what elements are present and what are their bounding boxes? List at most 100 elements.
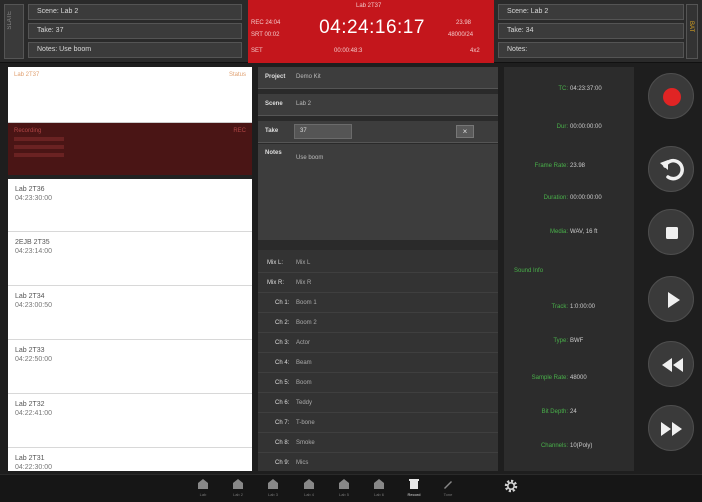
track-row[interactable]: Ch 7: T-bone bbox=[258, 413, 498, 433]
tab-label: Record bbox=[407, 492, 421, 497]
timecode-start-time: SRT 00:02 bbox=[251, 32, 280, 38]
track-value: Beam bbox=[296, 360, 312, 366]
take-list-item[interactable]: Lab 2T36 04:23:30:00 bbox=[8, 179, 252, 232]
info-key: Track: bbox=[551, 304, 568, 310]
fast-forward-button[interactable] bbox=[648, 405, 694, 451]
current-scene-field[interactable]: Scene: Lab 2 bbox=[28, 4, 242, 20]
take-list[interactable]: Lab 2T37 Status Recording REC Lab 2T36 0… bbox=[8, 67, 252, 471]
track-row[interactable]: Ch 9: Mics bbox=[258, 453, 498, 473]
stop-button[interactable] bbox=[648, 209, 694, 255]
take-timecode: 04:22:41:00 bbox=[15, 410, 52, 417]
scene-value: Lab 2 bbox=[296, 101, 312, 107]
track-names-list: Mix L: Mix L Mix R: Mix R Ch 1: Boom 1 Ch 2… bbox=[258, 250, 498, 471]
record-button[interactable] bbox=[648, 73, 694, 119]
track-value: Actor bbox=[296, 340, 311, 346]
track-label: Ch 1: bbox=[275, 300, 290, 306]
next-take-field[interactable]: Take: 34 bbox=[498, 23, 684, 39]
info-value: 00:00:00:00 bbox=[570, 124, 602, 130]
tab-lab-4[interactable]: Lab 4 bbox=[296, 478, 322, 500]
tab-label: Lab 2 bbox=[232, 492, 243, 497]
play-button[interactable] bbox=[648, 276, 694, 322]
tab-record[interactable]: Record bbox=[401, 478, 427, 500]
take-timecode: 04:23:14:00 bbox=[15, 248, 52, 255]
info-key: TC: bbox=[558, 86, 568, 92]
project-value: Demo Kit bbox=[296, 74, 321, 80]
track-row[interactable]: Ch 3: Actor bbox=[258, 333, 498, 353]
tab-label: Lab 6 bbox=[373, 492, 384, 497]
info-key: Channels: bbox=[540, 443, 568, 449]
track-label: Ch 9: bbox=[275, 460, 290, 466]
track-value: Smoke bbox=[296, 440, 315, 446]
info-key: Media: bbox=[549, 229, 568, 235]
top-status-bar: SLATE Scene: Lab 2 Take: 37 Notes: Use b… bbox=[0, 0, 702, 63]
info-value: 23.98 bbox=[570, 163, 586, 169]
record-icon bbox=[663, 88, 681, 106]
settings-button[interactable] bbox=[498, 479, 524, 501]
info-key: Frame Rate: bbox=[534, 163, 568, 169]
tab-lab[interactable]: Lab bbox=[190, 478, 216, 500]
take-list-item[interactable]: Lab 2T31 04:22:30:00 bbox=[8, 448, 252, 471]
tab-tone[interactable]: Tone bbox=[435, 478, 461, 500]
slate-side-tab[interactable]: SLATE bbox=[4, 4, 24, 59]
timecode-duration: 00:00:48:3 bbox=[334, 48, 363, 54]
take-list-item-recording[interactable]: Recording REC bbox=[8, 123, 252, 175]
take-list-item[interactable]: Lab 2T34 04:23:00:50 bbox=[8, 286, 252, 340]
tab-lab-5[interactable]: Lab 5 bbox=[331, 478, 357, 500]
next-scene-field[interactable]: Scene: Lab 2 bbox=[498, 4, 684, 20]
track-row[interactable]: Ch 8: Smoke bbox=[258, 433, 498, 453]
rewind-icon bbox=[662, 358, 683, 372]
rewind-button[interactable] bbox=[648, 341, 694, 387]
track-label: Ch 5: bbox=[275, 380, 290, 386]
info-value: 00:00:00:00 bbox=[570, 195, 602, 201]
file-info-panel: TC: 04:23:37:00 Dur: 00:00:00:00 Frame Rat… bbox=[504, 67, 634, 471]
info-value: WAV, 16 ft bbox=[570, 229, 598, 235]
current-take-field[interactable]: Take: 37 bbox=[28, 23, 242, 39]
take-list-item[interactable]: 2EJB 2T35 04:23:14:00 bbox=[8, 232, 252, 286]
cabinet-icon bbox=[268, 479, 278, 489]
track-row[interactable]: Ch 2: Boom 2 bbox=[258, 313, 498, 333]
tab-label: Lab 4 bbox=[303, 492, 314, 497]
tab-lab-6[interactable]: Lab 6 bbox=[366, 478, 392, 500]
tab-label: Tone bbox=[443, 492, 453, 497]
take-name: 2EJB 2T35 bbox=[15, 239, 50, 246]
current-notes-field[interactable]: Notes: Use boom bbox=[28, 42, 242, 58]
cabinet-icon bbox=[198, 479, 208, 489]
tab-lab-2[interactable]: Lab 2 bbox=[225, 478, 251, 500]
track-value: Boom 2 bbox=[296, 320, 317, 326]
take-list-item[interactable]: Lab 2T33 04:22:50:00 bbox=[8, 340, 252, 394]
take-input[interactable]: 37 bbox=[294, 124, 352, 139]
tab-lab-3[interactable]: Lab 3 bbox=[260, 478, 286, 500]
take-name: Lab 2T31 bbox=[15, 455, 45, 462]
track-row[interactable]: Mix R: Mix R bbox=[258, 273, 498, 293]
take-name: Lab 2T33 bbox=[15, 347, 45, 354]
take-list-item-active[interactable]: Lab 2T37 Status bbox=[8, 67, 252, 123]
notes-label: Notes bbox=[265, 150, 282, 156]
scene-label: Scene bbox=[265, 101, 283, 107]
info-value: 1:0:00:00 bbox=[570, 304, 596, 310]
project-row[interactable]: Project Demo Kit bbox=[258, 67, 498, 89]
notes-field[interactable]: Notes Use boom bbox=[258, 144, 498, 240]
track-row[interactable]: Ch 4: Beam bbox=[258, 353, 498, 373]
track-row[interactable]: Ch 1: Boom 1 bbox=[258, 293, 498, 313]
track-label: Ch 3: bbox=[275, 340, 290, 346]
take-name: Lab 2T37 bbox=[14, 72, 40, 78]
track-label: Ch 8: bbox=[275, 440, 290, 446]
info-key: Bit Depth: bbox=[541, 409, 568, 415]
track-row[interactable]: Mix L: Mix L bbox=[258, 253, 498, 273]
next-notes-field[interactable]: Notes: bbox=[498, 42, 684, 58]
cabinet-icon bbox=[374, 479, 384, 489]
undo-button[interactable] bbox=[648, 146, 694, 192]
recording-placeholder-lines bbox=[14, 137, 74, 161]
track-row[interactable]: Ch 6: Teddy bbox=[258, 393, 498, 413]
clear-take-button[interactable]: × bbox=[456, 125, 474, 138]
take-name: Lab 2T36 bbox=[15, 186, 45, 193]
scene-row[interactable]: Scene Lab 2 bbox=[258, 94, 498, 116]
fast-forward-icon bbox=[661, 422, 682, 436]
info-key: Duration: bbox=[543, 195, 568, 201]
info-value: 48000 bbox=[570, 375, 587, 381]
take-status: REC bbox=[233, 128, 246, 134]
play-icon bbox=[668, 292, 680, 308]
take-list-item[interactable]: Lab 2T32 04:22:41:00 bbox=[8, 394, 252, 448]
cabinet-icon bbox=[233, 479, 243, 489]
track-row[interactable]: Ch 5: Boom bbox=[258, 373, 498, 393]
